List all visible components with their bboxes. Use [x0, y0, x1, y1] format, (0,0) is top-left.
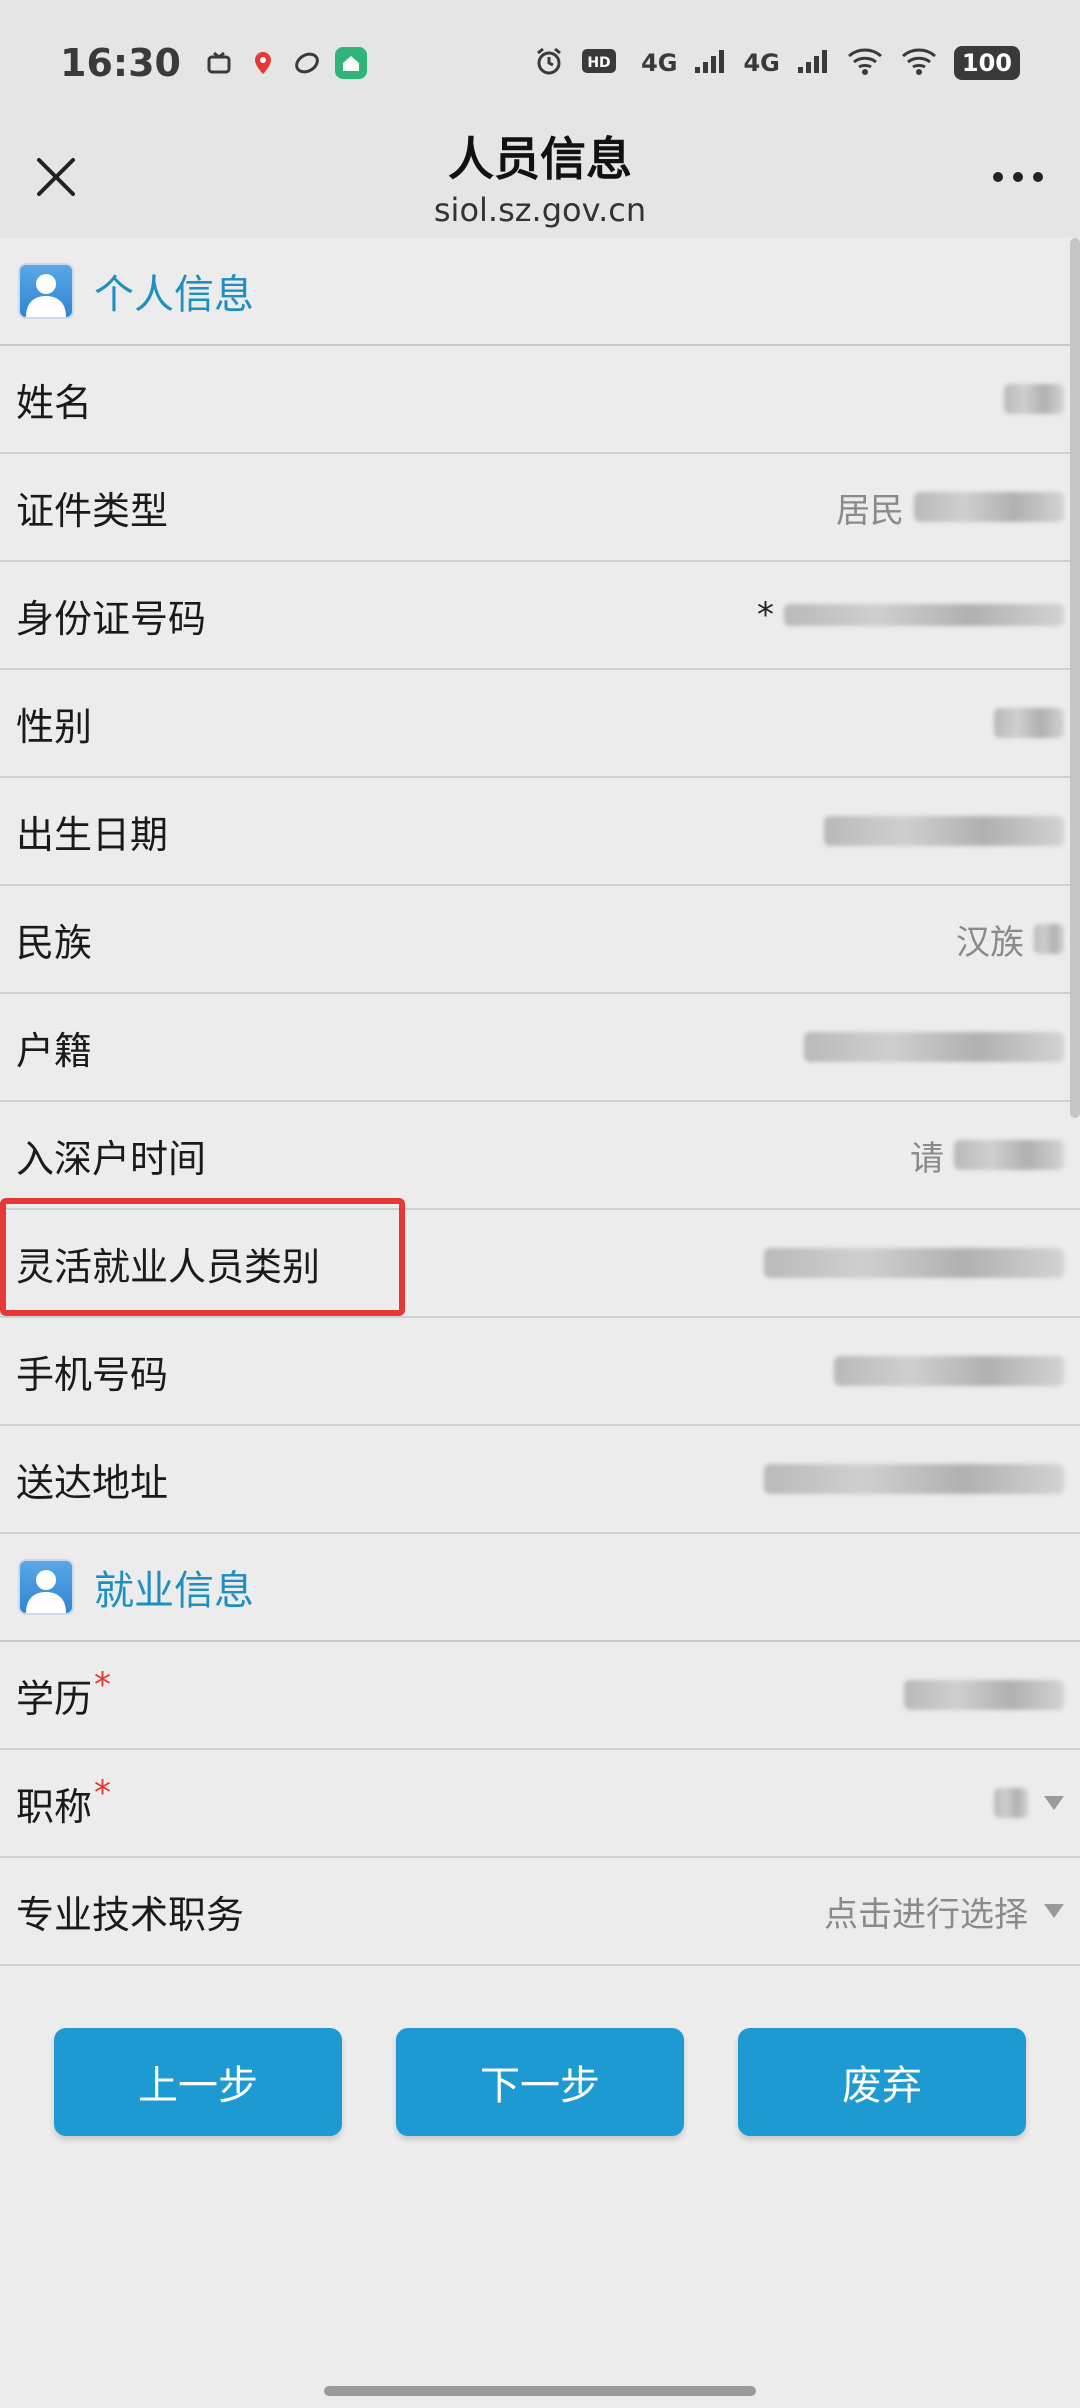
- row-label: 身份证号码: [16, 596, 207, 641]
- title-bar: 人员信息 siol.sz.gov.cn: [0, 125, 1080, 238]
- section-header-personal: 个人信息: [0, 238, 1080, 346]
- row-value: [894, 1680, 1064, 1710]
- section-title: 个人信息: [94, 272, 254, 318]
- tv-icon: [203, 47, 235, 79]
- alarm-icon: [533, 45, 565, 81]
- page-title: 人员信息: [448, 132, 632, 187]
- row-shenzhen-hukou-date[interactable]: 入深户时间 请: [0, 1102, 1080, 1210]
- row-value: 汉族: [956, 915, 1064, 964]
- chevron-down-icon: [1044, 1796, 1064, 1810]
- user-icon: [18, 263, 74, 319]
- hd-icon: HD: [581, 46, 625, 80]
- row-label: 手机号码: [16, 1352, 169, 1397]
- row-label: 灵活就业人员类别: [16, 1244, 321, 1289]
- map-pin-icon: [247, 47, 279, 79]
- row-technical-position[interactable]: 专业技术职务 点击进行选择: [0, 1858, 1080, 1966]
- row-value: [984, 708, 1064, 738]
- close-button[interactable]: [22, 143, 90, 211]
- row-value: [754, 1464, 1064, 1494]
- status-left-icons: [203, 46, 367, 79]
- row-label: 性别: [16, 704, 93, 749]
- row-flexible-employment-type[interactable]: 灵活就业人员类别: [0, 1210, 1080, 1318]
- row-household-register[interactable]: 户籍: [0, 994, 1080, 1102]
- scrollbar[interactable]: [1070, 238, 1080, 1118]
- action-buttons: 上一步 下一步 废弃: [0, 2028, 1080, 2136]
- chevron-down-icon: [1044, 1904, 1064, 1918]
- status-time: 16:30: [60, 40, 181, 85]
- home-indicator[interactable]: [324, 2386, 756, 2396]
- close-icon: [37, 158, 75, 196]
- more-button[interactable]: [978, 143, 1058, 211]
- status-right: HD 4G 4G 100: [533, 45, 1020, 81]
- discard-button[interactable]: 废弃: [738, 2028, 1026, 2136]
- row-label: 学历: [16, 1676, 93, 1721]
- next-step-button[interactable]: 下一步: [396, 2028, 684, 2136]
- row-phone-number[interactable]: 手机号码: [0, 1318, 1080, 1426]
- form-content: 个人信息 姓名 证件类型 居民 身份证号码 * 性别 出生日期 民族 汉族 户籍…: [0, 238, 1080, 1966]
- prev-step-button[interactable]: 上一步: [54, 2028, 342, 2136]
- network-label-2: 4G: [743, 48, 780, 77]
- section-header-employment: 就业信息: [0, 1534, 1080, 1642]
- home-app-icon: [334, 46, 367, 79]
- more-icon: [993, 172, 1043, 182]
- row-label: 户籍: [16, 1028, 93, 1073]
- row-value: [794, 1032, 1064, 1062]
- wifi-icon: [846, 46, 884, 80]
- row-value: [824, 1356, 1064, 1386]
- row-delivery-address[interactable]: 送达地址: [0, 1426, 1080, 1534]
- row-value: [814, 816, 1064, 846]
- row-birth-date[interactable]: 出生日期: [0, 778, 1080, 886]
- required-mark: *: [94, 1773, 112, 1813]
- signal-icon-2: [796, 47, 830, 79]
- title-wrap: 人员信息 siol.sz.gov.cn: [200, 125, 880, 238]
- row-label: 送达地址: [16, 1460, 169, 1505]
- row-value: *: [757, 595, 1064, 635]
- page-url: siol.sz.gov.cn: [433, 190, 647, 229]
- svg-text:HD: HD: [587, 55, 610, 71]
- row-value: 点击进行选择: [824, 1887, 1064, 1936]
- wifi-icon-2: [900, 46, 938, 80]
- row-education[interactable]: 学历 *: [0, 1642, 1080, 1750]
- loop-icon: [291, 47, 323, 79]
- row-label: 专业技术职务: [16, 1892, 245, 1937]
- row-name[interactable]: 姓名: [0, 346, 1080, 454]
- row-label: 民族: [16, 920, 93, 965]
- user-icon: [18, 1559, 74, 1615]
- row-value: [754, 1248, 1064, 1278]
- row-label: 出生日期: [16, 812, 169, 857]
- row-gender[interactable]: 性别: [0, 670, 1080, 778]
- row-label: 职称: [16, 1784, 93, 1829]
- row-value: 请: [910, 1131, 1064, 1180]
- row-label: 入深户时间: [16, 1136, 207, 1181]
- row-id-number[interactable]: 身份证号码 *: [0, 562, 1080, 670]
- status-bar: 16:30 HD 4G 4G 100: [0, 0, 1080, 125]
- row-label: 姓名: [16, 380, 93, 425]
- row-value: [984, 1788, 1064, 1818]
- required-mark: *: [94, 1665, 112, 1705]
- row-label: 证件类型: [16, 488, 169, 533]
- row-value: 居民: [836, 483, 1064, 532]
- row-id-type[interactable]: 证件类型 居民: [0, 454, 1080, 562]
- row-ethnicity[interactable]: 民族 汉族: [0, 886, 1080, 994]
- section-title: 就业信息: [94, 1568, 254, 1614]
- row-professional-title[interactable]: 职称 *: [0, 1750, 1080, 1858]
- network-label: 4G: [641, 48, 678, 77]
- row-value: [994, 384, 1064, 414]
- battery-indicator: 100: [953, 45, 1020, 80]
- signal-icon: [693, 47, 727, 79]
